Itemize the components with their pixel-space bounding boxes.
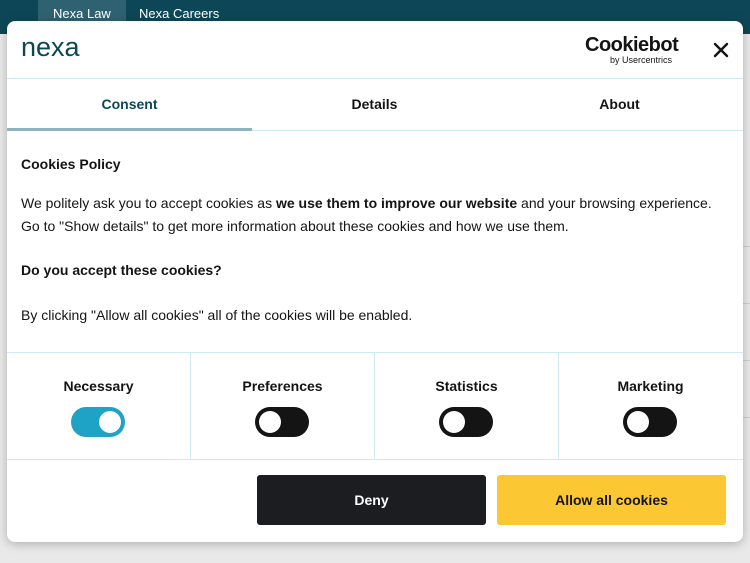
cookiebot-byline: by Usercentrics [610, 55, 673, 65]
category-label: Statistics [435, 378, 498, 394]
tab-about[interactable]: About [497, 78, 742, 130]
allow-all-cookies-button[interactable]: Allow all cookies [497, 475, 726, 525]
marketing-toggle[interactable] [623, 407, 677, 437]
statistics-toggle[interactable] [439, 407, 493, 437]
close-button[interactable] [707, 36, 735, 64]
toggle-knob [443, 411, 465, 433]
close-icon [713, 42, 729, 58]
dialog-tabs: Consent Details About [7, 78, 743, 131]
intro-text-start: We politely ask you to accept cookies as [21, 195, 276, 211]
tab-details[interactable]: Details [252, 78, 497, 130]
toggle-knob [627, 411, 649, 433]
necessary-toggle[interactable] [71, 407, 125, 437]
category-necessary: Necessary [7, 353, 191, 459]
category-label: Necessary [63, 378, 134, 394]
cookie-category-toggles: Necessary Preferences Statistics Marketi… [7, 352, 743, 460]
category-label: Marketing [617, 378, 684, 394]
toggle-knob [99, 411, 121, 433]
cookiebot-logo: Cookiebot by Usercentrics [585, 35, 685, 65]
nexa-logo: nexa [21, 32, 97, 69]
category-preferences: Preferences [191, 353, 375, 459]
toggle-knob [259, 411, 281, 433]
category-marketing: Marketing [559, 353, 742, 459]
intro-text-emphasis: we use them to improve our website [275, 195, 518, 211]
category-statistics: Statistics [375, 353, 559, 459]
deny-button[interactable]: Deny [257, 475, 486, 525]
category-label: Preferences [242, 378, 323, 394]
cookies-policy-heading: Cookies Policy [21, 156, 121, 172]
preferences-toggle[interactable] [255, 407, 309, 437]
dialog-header: nexa Cookiebot by Usercentrics [7, 21, 743, 79]
consent-intro: We politely ask you to accept cookies as… [21, 192, 721, 238]
cookiebot-name: Cookiebot [585, 34, 679, 56]
tab-consent[interactable]: Consent [7, 78, 252, 131]
logo-text: nexa [21, 34, 81, 62]
cookie-consent-dialog: nexa Cookiebot by Usercentrics Consent D… [7, 21, 743, 542]
allow-all-note: By clicking "Allow all cookies" all of t… [21, 307, 413, 323]
accept-question: Do you accept these cookies? [21, 262, 222, 278]
